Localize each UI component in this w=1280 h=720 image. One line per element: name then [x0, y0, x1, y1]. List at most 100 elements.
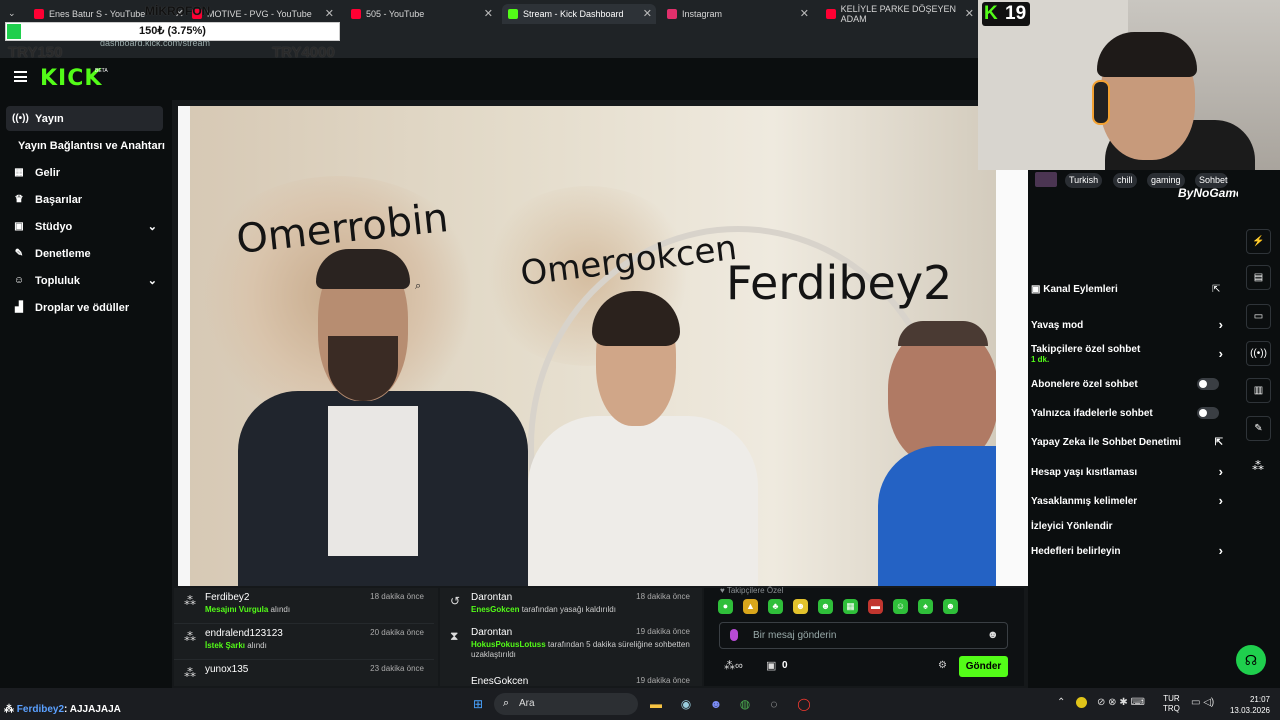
person-head	[888, 326, 998, 466]
sidebar-item-stream-key[interactable]: Yayın Bağlantısı ve Anahtarı	[18, 133, 172, 158]
sidebar-item-label: Gelir	[35, 166, 61, 179]
folder-icon[interactable]: ▬	[646, 694, 666, 714]
support-headset-icon[interactable]: ☊	[1236, 645, 1266, 675]
community-infinite-icon[interactable]: ⁂∞	[724, 659, 743, 672]
emote-icon[interactable]: ☺	[893, 599, 908, 614]
event-user[interactable]: EnesGokcen	[471, 676, 528, 687]
action-subscribers-only[interactable]: Abonelere özel sohbet	[1031, 378, 1229, 390]
close-icon[interactable]: ✕	[643, 7, 652, 20]
tab-label: Enes Batur S - YouTube	[49, 9, 146, 19]
sidebar-item-basarilar[interactable]: ♛ Başarılar	[6, 187, 163, 212]
action-set-goals[interactable]: Hedefleri belirleyin ›	[1031, 543, 1229, 558]
broadcast-icon[interactable]: ((•))	[1246, 341, 1271, 366]
document-icon[interactable]: ▤	[1246, 265, 1271, 290]
chevron-right-icon: ›	[1218, 543, 1223, 558]
stream-tag[interactable]: chill	[1113, 173, 1137, 188]
action-ai-moderation[interactable]: Yapay Zeka ile Sohbet Denetimi ⇱	[1031, 437, 1229, 448]
chevron-down-icon[interactable]: ⌄	[148, 220, 157, 233]
event-time: 18 dakika önce	[636, 592, 690, 601]
sidebar-item-droplar[interactable]: ▟ Droplar ve ödüller	[6, 295, 163, 320]
emote-icon[interactable]: ♣	[768, 599, 783, 614]
sidebar-item-label: Droplar ve ödüller	[35, 301, 130, 314]
action-slow-mode[interactable]: Yavaş mod ›	[1031, 317, 1229, 332]
layout-icon[interactable]: ▥	[1246, 378, 1271, 403]
action-followers-only[interactable]: Takipçilere özel sohbet 1 dk. ›	[1031, 344, 1229, 364]
toggle-switch[interactable]	[1197, 378, 1219, 390]
emote-icon[interactable]: ●	[718, 599, 733, 614]
event-user[interactable]: yunox135	[205, 664, 248, 675]
sidebar-item-label: Yayın Bağlantısı ve Anahtarı	[18, 139, 165, 152]
action-account-age[interactable]: Hesap yaşı kısıtlaması ›	[1031, 464, 1229, 479]
stream-preview[interactable]: Omerrobin Omergokcen Ferdibey2	[178, 106, 1028, 586]
event-time: 18 dakika önce	[370, 592, 424, 601]
event-user[interactable]: Darontan	[471, 592, 512, 603]
close-icon[interactable]: ✕	[800, 7, 809, 20]
steam-icon[interactable]: ◉	[676, 694, 696, 714]
tab-kick-dashboard[interactable]: Stream - Kick Dashboard ✕	[502, 4, 656, 24]
windows-taskbar	[0, 688, 1280, 720]
send-button[interactable]: Gönder	[959, 656, 1008, 677]
opera-icon[interactable]: ◯	[794, 694, 814, 714]
sidebar-item-gelir[interactable]: ▦ Gelir	[6, 160, 163, 185]
list-item[interactable]: ⁂ Ferdibey2 18 dakika önce Mesajını Vurg…	[174, 588, 434, 624]
network-volume-icons[interactable]: ▭ ◁)	[1191, 697, 1214, 708]
toggle-switch[interactable]	[1197, 407, 1219, 419]
chat-badge-icon: ⁂	[4, 704, 17, 715]
community-icon[interactable]: ⁂	[1252, 459, 1264, 473]
chat-icon[interactable]: ▭	[1246, 304, 1271, 329]
settings-gear-icon[interactable]: ⚙	[938, 660, 947, 671]
close-icon[interactable]: ✕	[965, 7, 974, 20]
sidebar-item-studyo[interactable]: ▣ Stüdyo ⌄	[6, 214, 163, 239]
sidebar-item-topluluk[interactable]: ☺ Topluluk ⌄	[6, 268, 163, 293]
list-item[interactable]: ↺ Darontan 18 dakika önce EnesGokcen tar…	[440, 588, 700, 624]
discord-icon[interactable]: ☻	[706, 694, 726, 714]
external-link-icon: ⇱	[1214, 437, 1223, 448]
channel-icon: ▣	[1031, 284, 1044, 295]
tab-list-chevron-icon[interactable]: ⌄	[8, 8, 16, 19]
kick-logo[interactable]: KICK	[40, 66, 102, 91]
event-detail: İstek Şarkı alındı	[205, 641, 267, 650]
close-icon[interactable]: ✕	[325, 7, 334, 20]
action-banned-words[interactable]: Yasaklanmış kelimeler ›	[1031, 493, 1229, 508]
action-emotes-only[interactable]: Yalnızca ifadelerle sohbet	[1031, 407, 1229, 419]
event-user[interactable]: Darontan	[471, 627, 512, 638]
lightning-icon[interactable]: ⚡	[1246, 229, 1271, 254]
emote-icon[interactable]: ▬	[868, 599, 883, 614]
emote-icon[interactable]: ☻	[793, 599, 808, 614]
tab-505[interactable]: 505 - YouTube ✕	[345, 4, 497, 24]
tray-icons[interactable]: ⊘ ⊗ ✱ ⌨	[1097, 697, 1145, 708]
emote-icon[interactable]: ☻	[943, 599, 958, 614]
popout-icon[interactable]: ⇱	[1212, 284, 1220, 295]
chat-placeholder: Bir mesaj gönderin	[753, 630, 837, 641]
action-raid[interactable]: İzleyici Yönlendir	[1031, 521, 1229, 532]
list-item[interactable]: ⧗ Darontan 19 dakika önce HokusPokusLotu…	[440, 623, 700, 663]
emote-icon[interactable]: ♠	[918, 599, 933, 614]
event-user[interactable]: endralend123123	[205, 628, 283, 639]
windows-start-icon[interactable]: ⊞	[468, 694, 488, 714]
sidebar-item-denetleme[interactable]: ✎ Denetleme	[6, 241, 163, 266]
sidebar-item-yayin[interactable]: ((•)) Yayın	[6, 106, 163, 131]
close-icon[interactable]: ✕	[484, 7, 493, 20]
stream-tag[interactable]: Turkish	[1065, 173, 1103, 188]
chevron-down-icon[interactable]: ⌄	[148, 274, 157, 287]
emote-icon[interactable]: ☻	[818, 599, 833, 614]
emoji-icon[interactable]: ☻	[987, 629, 999, 641]
menu-icon[interactable]	[14, 71, 27, 82]
event-user[interactable]: Ferdibey2	[205, 592, 249, 603]
chrome-icon[interactable]: ◍	[735, 694, 755, 714]
tray-app-icon[interactable]	[1076, 697, 1087, 708]
app-icon[interactable]: ◌	[764, 694, 784, 714]
emote-icon[interactable]: ▦	[843, 599, 858, 614]
chevron-right-icon: ›	[1218, 346, 1223, 361]
tab-instagram[interactable]: Instagram ✕	[661, 4, 813, 24]
language-indicator[interactable]: TUR TRQ	[1163, 694, 1180, 714]
emote-icon[interactable]: ▲	[743, 599, 758, 614]
wrench-icon[interactable]: ✎	[1246, 416, 1271, 441]
followers-only-label: ♥ Takipçilere Özel	[720, 586, 784, 595]
clock[interactable]: 21:07 13.03.2026	[1226, 694, 1270, 716]
gift-icon[interactable]: ▣	[766, 659, 776, 672]
list-item[interactable]: ⁂ endralend123123 20 dakika önce İstek Ş…	[174, 623, 434, 659]
tray-chevron-icon[interactable]: ⌃	[1057, 697, 1065, 708]
tab-keliyle-parke[interactable]: KELİYLE PARKE DÖŞEYEN ADAM ✕	[820, 4, 978, 24]
taskbar-search[interactable]	[494, 693, 638, 715]
